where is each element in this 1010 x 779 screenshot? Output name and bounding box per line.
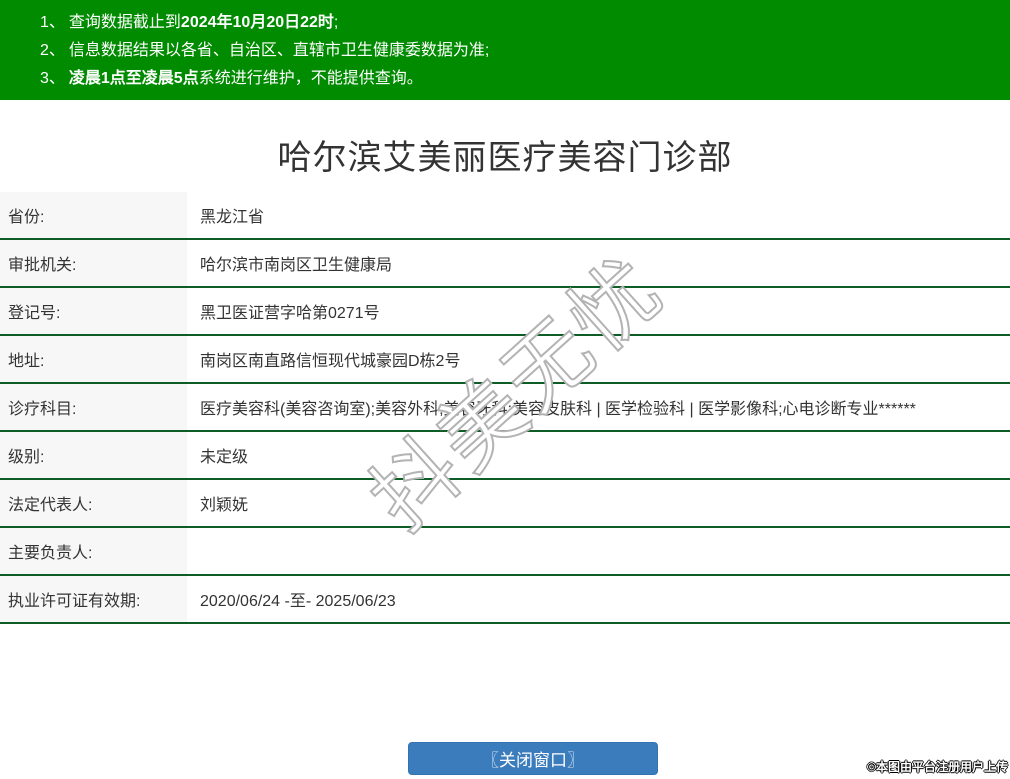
notice-text-bold: 2024年10月20日22时 bbox=[180, 14, 334, 31]
close-window-button[interactable]: 〖关闭窗口〗 bbox=[408, 742, 658, 775]
notice-text: ; bbox=[333, 14, 339, 31]
row-label: 诊疗科目: bbox=[0, 384, 187, 430]
notice-number: 3、 bbox=[40, 70, 65, 87]
notice-text: 信息数据结果以各省、自治区、直辖市卫生健康委数据为准; bbox=[68, 42, 490, 59]
table-row-province: 省份: 黑龙江省 bbox=[0, 192, 1010, 240]
notice-banner: 1、 查询数据截止到2024年10月20日22时; 2、 信息数据结果以各省、自治区… bbox=[0, 0, 1010, 100]
row-value: 南岗区南直路信恒现代城豪园D栋2号 bbox=[200, 353, 461, 370]
row-value: 医疗美容科(美容咨询室);美容外科;美容牙科;美容皮肤科 | 医学检验科 | 医… bbox=[200, 401, 916, 418]
notice-number: 2、 bbox=[40, 42, 65, 59]
notice-line-2: 2、 信息数据结果以各省、自治区、直辖市卫生健康委数据为准; bbox=[40, 37, 1000, 65]
notice-number: 1、 bbox=[40, 14, 65, 31]
table-row-registration-number: 登记号: 黑卫医证营字哈第0271号 bbox=[0, 288, 1010, 336]
row-value: 哈尔滨市南岗区卫生健康局 bbox=[200, 257, 393, 274]
row-value bbox=[187, 528, 1010, 574]
row-value: 黑龙江省 bbox=[200, 209, 265, 226]
row-label: 地址: bbox=[0, 336, 187, 382]
notice-line-1: 1、 查询数据截止到2024年10月20日22时; bbox=[40, 9, 1000, 37]
query-result-page: 1、 查询数据截止到2024年10月20日22时; 2、 信息数据结果以各省、自治区… bbox=[0, 0, 1010, 779]
notice-text: 系统进行维护，不能提供查询。 bbox=[198, 70, 423, 87]
row-label: 执业许可证有效期: bbox=[0, 576, 187, 622]
notice-line-3: 3、 凌晨1点至凌晨5点系统进行维护，不能提供查询。 bbox=[40, 65, 1000, 93]
row-value: 刘颖妩 bbox=[200, 497, 249, 514]
row-value: 2020/06/24 -至- 2025/06/23 bbox=[200, 593, 396, 610]
table-row-address: 地址: 南岗区南直路信恒现代城豪园D栋2号 bbox=[0, 336, 1010, 384]
row-label: 法定代表人: bbox=[0, 480, 187, 526]
notice-text-bold: 凌晨1点至凌晨5点 bbox=[68, 70, 199, 87]
table-row-medical-subjects: 诊疗科目: 医疗美容科(美容咨询室);美容外科;美容牙科;美容皮肤科 | 医学检… bbox=[0, 384, 1010, 432]
row-value: 黑卫医证营字哈第0271号 bbox=[200, 305, 380, 322]
row-label: 省份: bbox=[0, 192, 187, 238]
row-label: 级别: bbox=[0, 432, 187, 478]
table-row-legal-representative: 法定代表人: 刘颖妩 bbox=[0, 480, 1010, 528]
row-label: 审批机关: bbox=[0, 240, 187, 286]
page-title: 哈尔滨艾美丽医疗美容门诊部 bbox=[277, 139, 733, 177]
row-value: 未定级 bbox=[200, 449, 249, 466]
row-label: 主要负责人: bbox=[0, 528, 187, 574]
table-row-level: 级别: 未定级 bbox=[0, 432, 1010, 480]
institution-info-table: 省份: 黑龙江省 审批机关: 哈尔滨市南岗区卫生健康局 登记号: 黑卫医证营字哈… bbox=[0, 192, 1010, 624]
upload-credit-watermark: ©本图由平台注册用户上传 bbox=[867, 760, 1008, 774]
table-row-approval-authority: 审批机关: 哈尔滨市南岗区卫生健康局 bbox=[0, 240, 1010, 288]
table-row-main-person-in-charge: 主要负责人: bbox=[0, 528, 1010, 576]
row-label: 登记号: bbox=[0, 288, 187, 334]
notice-text: 查询数据截止到 bbox=[68, 14, 181, 31]
table-row-license-validity: 执业许可证有效期: 2020/06/24 -至- 2025/06/23 bbox=[0, 576, 1010, 624]
